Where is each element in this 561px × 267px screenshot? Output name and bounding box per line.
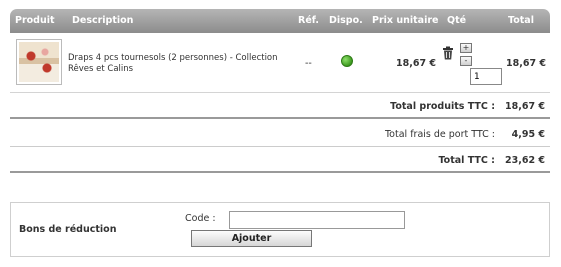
quantity-increase-button[interactable]: + — [460, 43, 472, 53]
delete-item-icon[interactable] — [442, 46, 454, 60]
cart-item-row: Draps 4 pcs tournesols (2 personnes) - C… — [10, 33, 550, 93]
grand-total-label: Total TTC : — [438, 155, 495, 166]
add-voucher-button[interactable]: Ajouter — [191, 230, 312, 247]
quantity-input[interactable] — [470, 68, 502, 85]
product-description[interactable]: Draps 4 pcs tournesols (2 personnes) - C… — [68, 53, 288, 75]
shipping-row: Total frais de port TTC : 4,95 € — [10, 121, 550, 147]
shipping-value: 4,95 € — [511, 129, 545, 140]
header-ref: Réf. — [298, 15, 319, 26]
total-products-row: Total produits TTC : 18,67 € — [10, 93, 550, 119]
header-description: Description — [72, 15, 134, 26]
item-total: 18,67 € — [506, 58, 546, 69]
shipping-label: Total frais de port TTC : — [384, 129, 495, 140]
grand-total-row: Total TTC : 23,62 € — [10, 147, 550, 173]
voucher-code-input[interactable] — [229, 211, 405, 229]
unit-price: 18,67 € — [396, 58, 436, 69]
product-thumbnail[interactable] — [16, 39, 62, 85]
total-products-value: 18,67 € — [505, 101, 545, 112]
availability-indicator — [341, 55, 353, 67]
header-dispo: Dispo. — [329, 15, 363, 26]
total-products-label: Total produits TTC : — [390, 101, 495, 112]
voucher-code-label: Code : — [185, 213, 216, 224]
voucher-title: Bons de réduction — [19, 224, 117, 235]
header-total: Total — [508, 15, 534, 26]
header-produit: Produit — [15, 15, 55, 26]
header-prix-unitaire: Prix unitaire — [372, 15, 439, 26]
voucher-section: Bons de réduction Code : Ajouter — [10, 202, 550, 257]
product-image — [19, 42, 59, 82]
quantity-decrease-button[interactable]: - — [460, 56, 472, 66]
grand-total-value: 23,62 € — [505, 155, 545, 166]
product-ref: -- — [305, 58, 312, 69]
header-qte: Qté — [447, 15, 467, 26]
cart-table-header: Produit Description Réf. Dispo. Prix uni… — [10, 9, 550, 33]
